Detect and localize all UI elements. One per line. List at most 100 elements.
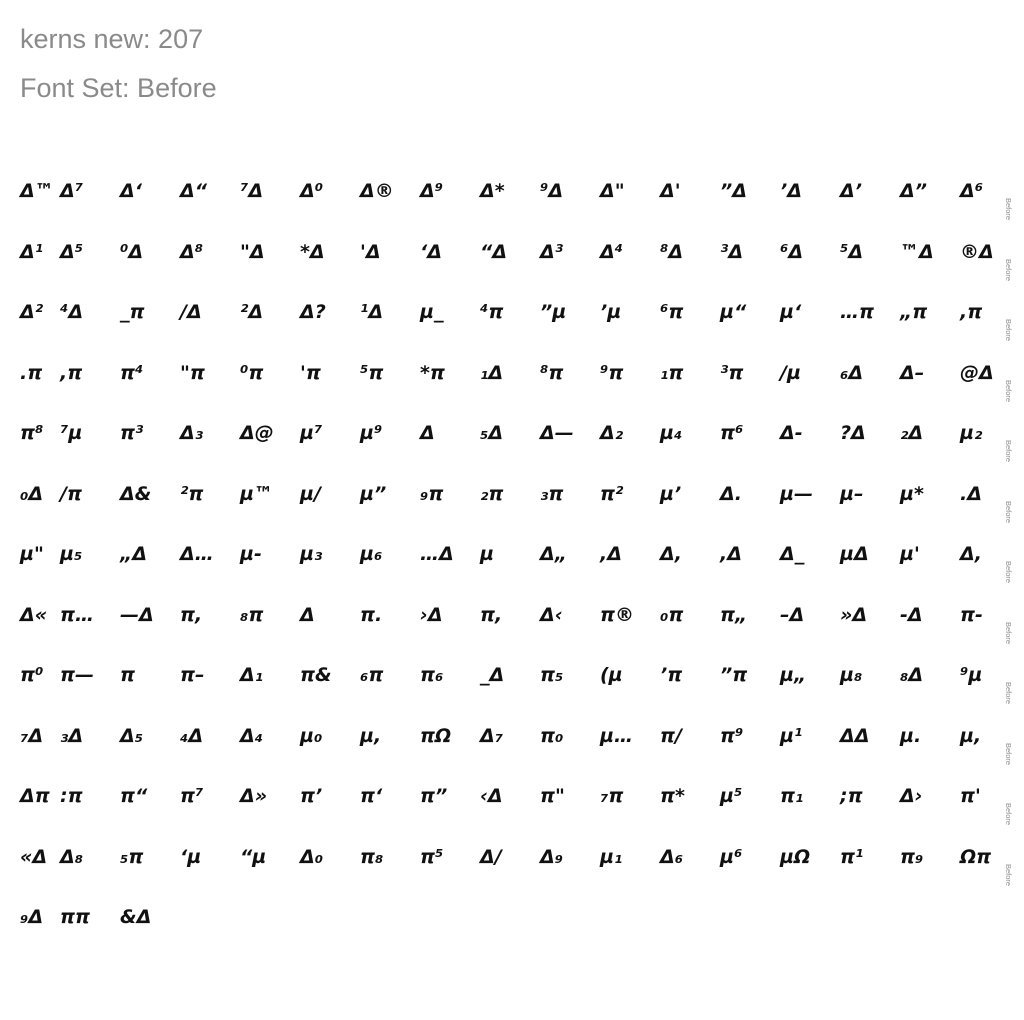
kern-pair: Δ [420,422,435,444]
kern-pair: —Δ [120,604,154,626]
kern-pair: Δ₀ [300,846,324,868]
kern-pair: π, [180,604,203,626]
kern-pair: π [120,664,136,686]
kern-pair: “µ [240,846,267,868]
kern-row: ₉Δ ππ &Δ [0,904,1024,944]
kern-pair: ”Δ [720,180,747,202]
kern-pair: π* [660,785,685,807]
kern-pair: π„ [720,604,748,626]
kern-pair: _π [120,301,145,323]
kern-pair: π⁶ [720,422,744,444]
kern-pair: ,Δ [600,543,622,565]
kern-pair: Δ₆ [660,846,684,868]
kern-pair: ⁸Δ [660,241,684,263]
kern-pair: ,π [60,362,83,384]
kern-pair: ?Δ [840,422,866,444]
kern-pair: Δ⁵ [60,241,84,263]
kern-pair: Δ’ [840,180,862,202]
kern-pair: „Δ [120,543,147,565]
kern-pair: Δ& [120,483,152,505]
kern-pair: π₉ [900,846,924,868]
kern-pair: π₆ [420,664,444,686]
kern-pair: ⁷µ [60,422,83,444]
kern-pair: π₈ [360,846,384,868]
kern-pair: ;π [840,785,863,807]
kern-pair: ²π [180,483,204,505]
kern-pair: Δ? [300,301,326,323]
kern-pair: π/ [660,725,682,747]
kern-pair: Δ⁴ [600,241,624,263]
row-font-set-label: Before [1004,440,1013,463]
kern-pair: "Δ [240,241,265,263]
kern-pair: ₇π [600,785,624,807]
kern-pair: &Δ [120,906,152,928]
kern-pair: µ⁹ [360,422,383,444]
kern-row: ₀Δ/π Δ& ²π µ™ µ/µ” ₉π ₂π ₃π π² µ’ Δ. µ— µ– µ* .Δ [0,481,1024,521]
kern-pair: Δ— [540,422,574,444]
kern-pair: µ* [900,483,924,505]
row-font-set-label: Before [1004,803,1013,826]
kern-pair: µ_ [420,301,444,323]
kern-pair: ΔΔ [840,725,870,747]
row-font-set-label: Before [1004,501,1013,524]
kern-pair: ”µ [540,301,567,323]
kern-pair: Δ₅ [120,725,144,747]
kern-pair: ’Δ [780,180,802,202]
kern-pair: π₀ [540,725,564,747]
kern-pair: Δ/ [480,846,502,868]
kern-pair: …Δ [420,543,454,565]
kern-pair: π₅ [540,664,564,686]
kern-pair: π₁ [780,785,804,807]
kern-row: .π ,π π⁴ "π ⁰π'π ⁵π *π ₁Δ ⁸π ⁹π ₁π ³π/µ ₆Δ Δ– @Δ [0,360,1024,400]
kern-pair: µ⁶ [720,846,743,868]
kern-pair: (µ [600,664,623,686]
kern-pair: 'Δ [360,241,381,263]
kern-pair: π¹ [840,846,864,868]
kern-pair: ₆π [360,664,384,686]
kern-pair: –Δ [780,604,805,626]
kern-pair: ‹Δ [480,785,503,807]
kern-row: ₇Δ ₃Δ Δ₅ ₄Δ Δ₄ µ₀ µ, πΩ Δ₇ π₀ µ… π/π⁹ µ¹ ΔΔ µ. µ, [0,723,1024,763]
kern-pair: ⁷Δ [240,180,264,202]
kern-pair: ₂Δ [900,422,924,444]
kern-row: Δ² ⁴Δ _π/Δ ²Δ Δ? ¹Δ µ_ ⁴π ”µ’µ ⁶π µ“ µ‘ …π „π ,π [0,299,1024,339]
kern-pair: ₀π [660,604,684,626]
kern-pair: Δ, [660,543,682,565]
kern-pair: Δ® [360,180,394,202]
kern-pair: µ… [600,725,633,747]
kern-pair: Δ₁ [240,664,264,686]
kern-pair: π³ [120,422,144,444]
kern-pair: Δ₉ [540,846,564,868]
kern-pair: µ' [900,543,920,565]
kern-pair: µ– [840,483,864,505]
kern-pair-grid: Δ™ Δ⁷ Δ‘ Δ“ ⁷Δ Δ⁰ Δ® Δ⁹ Δ* ⁹Δ Δ" Δ' ”Δ ’Δ Δ’ Δ” Δ⁶ Before… [0,0,1024,1020]
kern-pair: 'π [300,362,321,384]
kern-pair: π& [300,664,332,686]
kern-pair: Δ* [480,180,505,202]
row-font-set-label: Before [1004,319,1013,342]
kern-pair: π” [420,785,448,807]
kern-pair: /π [60,483,82,505]
kern-pair: Δ‹ [540,604,563,626]
kern-pair: Δ⁸ [180,241,204,263]
kern-pair: µ‘ [780,301,802,323]
kern-pair: »Δ [840,604,868,626]
kern-pair: Δ. [720,483,742,505]
kern-row: π⁸ ⁷µ π³ Δ₃ Δ@ µ⁷ µ⁹ Δ ₅Δ Δ— Δ₂ µ₄ π⁶ Δ- ?Δ ₂Δ µ₂ [0,420,1024,460]
kern-pair: µ₆ [360,543,383,565]
kern-pair: Δ- [780,422,803,444]
kern-pair: π® [600,604,635,626]
kern-pair: µ [480,543,494,565]
kern-pair: ₄Δ [180,725,204,747]
kern-pair: πΩ [420,725,452,747]
kern-pair: ,Δ [720,543,742,565]
kern-pair: Δ⁹ [420,180,444,202]
kern-pair: Δ" [600,180,625,202]
row-font-set-label: Before [1004,864,1013,887]
kern-pair: µ⁷ [300,422,323,444]
kern-pair: …π [840,301,875,323]
kern-pair: µ¹ [780,725,803,747]
kern-pair: ⁸π [540,362,564,384]
kern-row: «Δ Δ₈ ₅π ‘µ “µ Δ₀ π₈ π⁵ Δ/Δ₉ µ₁ Δ₆ µ⁶ µΩ π¹ π₉ Ωπ [0,844,1024,884]
kern-pair: ππ [60,906,91,928]
